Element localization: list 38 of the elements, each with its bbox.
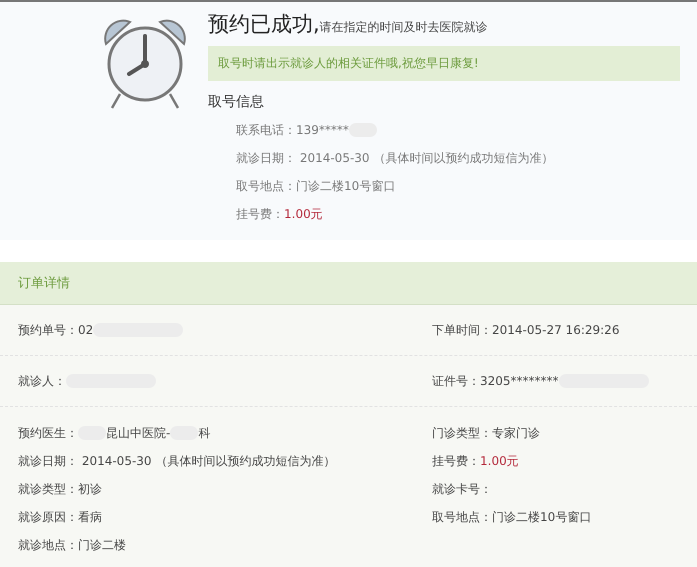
field-value: 139***** [296,123,349,137]
field-label: 取号地点： [236,178,296,194]
field-label: 就诊日期： [236,150,296,166]
field-label: 下单时间： [432,322,492,338]
field-value: 1.00元 [480,452,519,470]
field-value: 昆山中医院- [106,424,170,442]
section-header: 订单详情 [0,262,697,305]
field-value: 2014-05-30 （具体时间以预约成功短信为准） [80,452,336,470]
field-label: 证件号： [432,372,480,390]
section-heading: 取号信息 [208,93,265,111]
field-label: 就诊类型： [18,480,78,498]
field-value: 2014-05-30 （具体时间以预约成功短信为准） [298,150,554,166]
field-value: 门诊二楼10号窗口 [296,178,396,194]
field-value: 门诊二楼 [78,536,126,554]
field-label: 就诊日期： [18,452,78,470]
field-value: 2014-05-27 16:29:26 [492,323,620,337]
field-value: 1.00元 [284,206,323,222]
field-label: 就诊原因： [18,508,78,526]
field-label: 就诊卡号： [432,480,492,498]
field-value: 02 [78,323,94,337]
field-value: 专家门诊 [492,424,540,442]
field-label: 预约医生： [18,424,78,442]
field-label: 预约单号： [18,322,78,338]
field-label: 门诊类型： [432,424,492,442]
field-value: 看病 [78,508,102,526]
field-label: 挂号费： [432,452,480,470]
success-subtitle: 请在指定的时间及时去医院就诊 [320,19,488,36]
field-label: 就诊地点： [18,536,78,554]
field-label: 挂号费： [236,206,284,222]
field-label: 联系电话： [236,122,296,138]
field-value: 3205******** [480,374,559,388]
success-title: 预约已成功, [208,11,320,38]
notice-banner: 取号时请出示就诊人的相关证件哦,祝您早日康复! [208,46,680,81]
field-value: 科 [198,424,210,442]
field-value: 初诊 [78,480,102,498]
field-label: 就诊人： [18,372,66,390]
field-value: 门诊二楼10号窗口 [492,508,592,526]
field-label: 取号地点： [432,508,492,526]
